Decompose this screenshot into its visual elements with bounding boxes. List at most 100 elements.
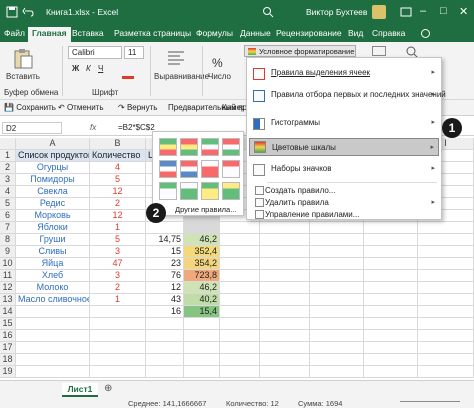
cell-e[interactable] — [220, 366, 260, 378]
save-icon[interactable] — [6, 6, 18, 18]
minimize-icon[interactable]: – — [420, 5, 426, 17]
select-all-corner[interactable] — [0, 138, 16, 150]
cell-a[interactable]: Редис — [16, 198, 90, 210]
row-header[interactable]: 18 — [0, 354, 16, 366]
qat-camera[interactable]: Камера — [222, 103, 244, 112]
cell-g[interactable] — [310, 306, 364, 318]
cell-i[interactable] — [418, 246, 474, 258]
zoom-slider[interactable] — [400, 401, 460, 402]
cell-d[interactable] — [184, 222, 220, 234]
cell-g[interactable] — [310, 258, 364, 270]
cell-g[interactable] — [310, 342, 364, 354]
row-header[interactable]: 16 — [0, 330, 16, 342]
font-name-select[interactable]: Calibri — [68, 46, 122, 59]
cell-g[interactable] — [310, 270, 364, 282]
cell-f[interactable] — [260, 258, 310, 270]
row-header[interactable]: 2 — [0, 162, 16, 174]
undo-icon[interactable] — [22, 6, 34, 18]
row-header[interactable]: 8 — [0, 234, 16, 246]
cell-h[interactable] — [364, 366, 418, 378]
share-icon[interactable] — [420, 28, 431, 39]
cell-f[interactable] — [260, 318, 310, 330]
row-header[interactable]: 9 — [0, 246, 16, 258]
cell-h[interactable] — [364, 258, 418, 270]
column-header[interactable]: B — [90, 138, 146, 150]
cell-e[interactable] — [220, 342, 260, 354]
tab-insert[interactable]: Вставка — [72, 28, 104, 38]
tab-page-layout[interactable]: Разметка страницы — [114, 28, 191, 38]
cell-b[interactable]: 12 — [90, 186, 146, 198]
cell-a[interactable]: Свекла — [16, 186, 90, 198]
cell-g[interactable] — [310, 234, 364, 246]
color-scale-option[interactable] — [222, 138, 240, 156]
row-header[interactable]: 5 — [0, 198, 16, 210]
color-scale-option[interactable] — [180, 160, 198, 178]
cell-c[interactable]: 43 — [146, 294, 184, 306]
cell-f[interactable] — [260, 246, 310, 258]
color-scale-option[interactable] — [222, 160, 240, 178]
cell-a[interactable]: Яйца — [16, 258, 90, 270]
cell-i[interactable] — [418, 366, 474, 378]
menu-clear-rules[interactable]: Удалить правила ▸ — [249, 198, 439, 210]
cell-e[interactable] — [220, 354, 260, 366]
cell-a[interactable] — [16, 306, 90, 318]
cell-b[interactable]: 47 — [90, 258, 146, 270]
formula-input[interactable]: =B2*$C$2 — [118, 123, 155, 132]
cell-h[interactable] — [364, 306, 418, 318]
cell-e[interactable] — [220, 222, 260, 234]
more-rules-link[interactable]: Другие правила... — [175, 205, 236, 214]
color-scale-option[interactable] — [159, 182, 177, 200]
row-header[interactable]: 13 — [0, 294, 16, 306]
cell-g[interactable] — [310, 282, 364, 294]
row-header[interactable]: 3 — [0, 174, 16, 186]
cell-a[interactable]: Груши — [16, 234, 90, 246]
bold-icon[interactable]: Ж — [72, 64, 79, 73]
font-color-icon[interactable] — [122, 76, 134, 79]
cell-a[interactable]: Хлеб — [16, 270, 90, 282]
ribbon-display-icon[interactable] — [400, 6, 412, 18]
cell-b[interactable] — [90, 318, 146, 330]
cell-d[interactable]: 723,8 — [184, 270, 220, 282]
color-scale-option[interactable] — [201, 160, 219, 178]
cell-a[interactable]: Огурцы — [16, 162, 90, 174]
menu-data-bars[interactable]: Гистограммы ▸ — [249, 118, 439, 132]
cell-i[interactable] — [418, 222, 474, 234]
close-icon[interactable]: ✕ — [459, 5, 468, 18]
cell-b[interactable] — [90, 330, 146, 342]
tab-help[interactable]: Справка — [372, 28, 405, 38]
qat-redo[interactable]: ↷ Вернуть — [118, 103, 157, 112]
column-header[interactable]: A — [16, 138, 90, 150]
cell-g[interactable] — [310, 330, 364, 342]
cell-b[interactable] — [90, 342, 146, 354]
cell-b[interactable]: 1 — [90, 294, 146, 306]
tab-review[interactable]: Рецензирование — [276, 28, 342, 38]
cell-d[interactable]: 354,2 — [184, 258, 220, 270]
color-scale-option[interactable] — [180, 138, 198, 156]
cell-b[interactable]: 3 — [90, 270, 146, 282]
row-header[interactable]: 14 — [0, 306, 16, 318]
align-icon[interactable] — [166, 48, 186, 68]
tab-view[interactable]: Вид — [348, 28, 363, 38]
tab-formulas[interactable]: Формулы — [196, 28, 233, 38]
cell-c[interactable] — [146, 342, 184, 354]
cell-d[interactable]: 15,4 — [184, 306, 220, 318]
menu-color-scales[interactable]: Цветовые шкалы ▸ — [249, 138, 439, 156]
cell-a[interactable]: Яблоки — [16, 222, 90, 234]
menu-icon-sets[interactable]: Наборы значков ▸ — [249, 164, 439, 178]
cell-d[interactable] — [184, 330, 220, 342]
cell-i[interactable] — [418, 318, 474, 330]
cell-i[interactable] — [418, 282, 474, 294]
cell-d[interactable]: 352,4 — [184, 246, 220, 258]
cell-c[interactable]: 16 — [146, 306, 184, 318]
cell-f[interactable] — [260, 330, 310, 342]
cells-icon[interactable] — [372, 46, 386, 56]
cell-a[interactable]: Молоко — [16, 282, 90, 294]
cell-h[interactable] — [364, 294, 418, 306]
row-header[interactable]: 10 — [0, 258, 16, 270]
cell-b[interactable]: 5 — [90, 174, 146, 186]
cell-c[interactable]: 15 — [146, 246, 184, 258]
paste-button[interactable]: Вставить — [6, 72, 40, 81]
sheet-tab[interactable]: Лист1 — [62, 383, 98, 397]
menu-new-rule[interactable]: Создать правило... — [249, 186, 439, 198]
cell-h[interactable] — [364, 234, 418, 246]
